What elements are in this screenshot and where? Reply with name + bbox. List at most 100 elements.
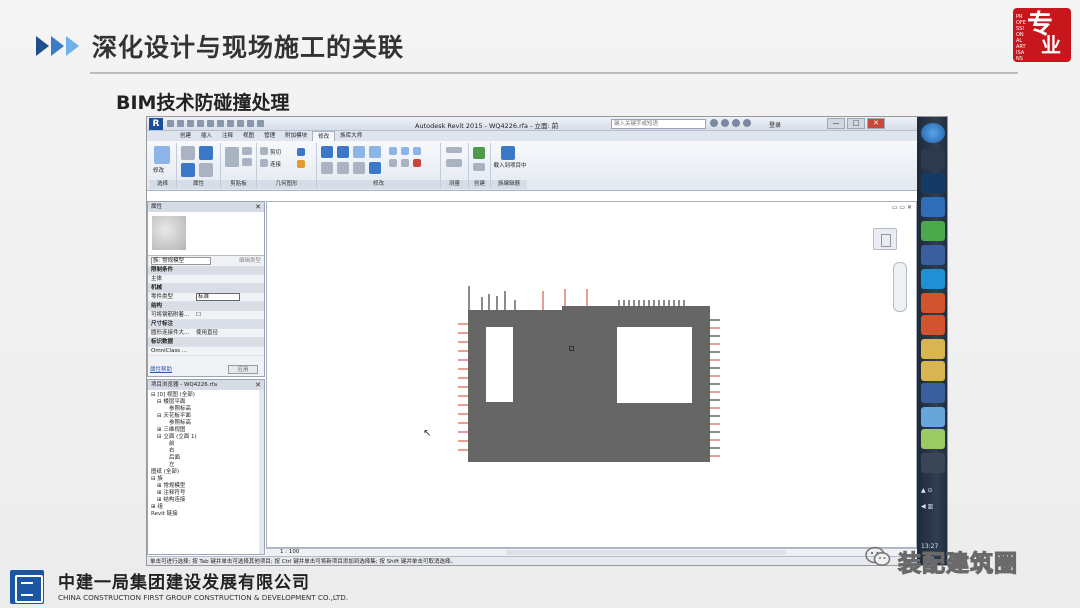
browser-icon[interactable] — [921, 269, 945, 289]
help-search-input[interactable]: 键入关键字或短语 — [611, 119, 706, 129]
chrome-icon[interactable] — [921, 221, 945, 241]
type-selector-dropdown[interactable]: 族: 常规模型 — [151, 257, 211, 265]
save-icon[interactable] — [177, 120, 184, 127]
ribbon-tab[interactable]: 族库大师 — [335, 131, 367, 141]
create-similar-icon[interactable] — [473, 163, 485, 171]
tree-item[interactable]: 后面 — [148, 455, 264, 462]
property-category[interactable]: 机械 — [148, 284, 264, 293]
drawing-area[interactable]: ▭ ▭ ✕ ↖ — [266, 201, 917, 548]
tree-item[interactable]: ⊞ 结构连接 — [148, 497, 264, 504]
ribbon-tab[interactable]: 注释 — [217, 131, 238, 141]
maximize-button[interactable]: □ — [847, 118, 865, 129]
close-icon[interactable]: ✕ — [255, 202, 261, 212]
pin-icon[interactable] — [389, 159, 397, 167]
measure-line-icon[interactable] — [446, 147, 462, 153]
tree-item[interactable]: 前 — [148, 441, 264, 448]
close-icon[interactable]: ✕ — [255, 380, 261, 390]
create-component-icon[interactable] — [473, 147, 485, 159]
undo-icon[interactable] — [187, 120, 194, 127]
autocad-icon[interactable] — [921, 245, 945, 265]
join-geometry-icon[interactable] — [260, 159, 268, 167]
tree-item[interactable]: 右 — [148, 448, 264, 455]
cut-clip-icon[interactable] — [242, 158, 252, 166]
move-icon[interactable] — [321, 162, 333, 174]
copy-icon[interactable] — [242, 147, 252, 155]
minimize-button[interactable]: — — [827, 118, 845, 129]
text-icon[interactable] — [227, 120, 234, 127]
property-category[interactable]: 限制条件 — [148, 266, 264, 275]
modify-cursor-icon[interactable] — [154, 146, 170, 164]
cut-geometry-icon[interactable] — [260, 147, 268, 155]
switch-windows-icon[interactable] — [257, 120, 264, 127]
copy-element-icon[interactable] — [337, 162, 349, 174]
array-icon[interactable] — [401, 147, 409, 155]
tree-item[interactable]: ⊞ 三维视图 — [148, 427, 264, 434]
type-properties-icon[interactable] — [199, 163, 213, 177]
tree-item[interactable]: 参照标高 — [148, 420, 264, 427]
tree-item[interactable]: ⊞ 注释符号 — [148, 490, 264, 497]
edit-type-button[interactable]: 编辑类型 — [239, 256, 261, 266]
binoculars-icon[interactable] — [710, 119, 718, 127]
close-button[interactable]: ✕ — [867, 118, 885, 129]
tree-item[interactable]: 参照标高 — [148, 406, 264, 413]
apply-button[interactable]: 应用 — [228, 365, 258, 374]
ribbon-tab[interactable]: 附加模块 — [280, 131, 312, 141]
tree-item[interactable]: Revit 链接 — [148, 511, 264, 518]
property-category[interactable]: 结构 — [148, 302, 264, 311]
powerpoint-icon-2[interactable] — [921, 315, 945, 335]
tree-item[interactable]: ⊟ 立面 (立面 1) — [148, 434, 264, 441]
tree-item[interactable]: ⊞ 组 — [148, 504, 264, 511]
rotate-icon[interactable] — [353, 162, 365, 174]
3d-view-icon[interactable] — [237, 120, 244, 127]
unpin-icon[interactable] — [401, 159, 409, 167]
properties-icon[interactable] — [199, 146, 213, 160]
tree-item[interactable]: 图纸 (全部) — [148, 469, 264, 476]
start-button-icon[interactable] — [921, 123, 945, 143]
app-icon[interactable] — [921, 453, 945, 473]
split-icon[interactable] — [389, 147, 397, 155]
offset-icon[interactable] — [337, 146, 349, 158]
notes-icon[interactable] — [921, 429, 945, 449]
properties-help-link[interactable]: 属性帮助 — [150, 365, 172, 373]
ribbon-tab[interactable]: 插入 — [196, 131, 217, 141]
property-category[interactable]: 尺寸标注 — [148, 320, 264, 329]
ribbon-tab[interactable]: 创建 — [175, 131, 196, 141]
browser-scrollbar[interactable] — [259, 390, 264, 554]
family-category-icon[interactable] — [181, 163, 195, 177]
sogou-icon[interactable] — [921, 197, 945, 217]
window-icon[interactable] — [921, 407, 945, 427]
property-category[interactable]: 标识数据 — [148, 338, 264, 347]
property-value[interactable]: 使用直径 — [196, 329, 218, 337]
ribbon-tab[interactable]: 视图 — [238, 131, 259, 141]
family-types-icon[interactable] — [181, 146, 195, 160]
mirror-draw-icon[interactable] — [369, 146, 381, 158]
ribbon-tab[interactable]: 管理 — [259, 131, 280, 141]
folder-icon-2[interactable] — [921, 361, 945, 381]
dimension-icon[interactable] — [446, 159, 462, 167]
revit-taskbar-icon[interactable] — [921, 383, 945, 403]
mirror-axis-icon[interactable] — [353, 146, 365, 158]
ribbon-tab[interactable]: 修改 — [312, 131, 336, 141]
tree-item[interactable]: ⊟ 楼层平面 — [148, 399, 264, 406]
tree-item[interactable]: ⊞ 常规模型 — [148, 483, 264, 490]
redo-icon[interactable] — [197, 120, 204, 127]
scale-icon[interactable] — [413, 147, 421, 155]
revit-app-button[interactable]: R — [149, 118, 163, 130]
open-icon[interactable] — [167, 120, 174, 127]
horizontal-scrollbar[interactable] — [506, 550, 786, 555]
align-icon[interactable] — [321, 146, 333, 158]
login-button[interactable]: 登录 — [769, 120, 781, 129]
split-face-icon[interactable] — [297, 148, 305, 156]
photoshop-icon[interactable] — [921, 173, 945, 193]
tree-item[interactable]: ⊟ 天花板平面 — [148, 413, 264, 420]
section-icon[interactable] — [247, 120, 254, 127]
trim-icon[interactable] — [369, 162, 381, 174]
paint-icon[interactable] — [297, 160, 305, 168]
measure-icon[interactable] — [217, 120, 224, 127]
volume-icon[interactable]: ◀ ▥ — [921, 503, 933, 510]
favorites-icon[interactable] — [743, 119, 751, 127]
view-scale[interactable]: 1 : 100 — [280, 549, 299, 556]
qq-icon[interactable] — [921, 149, 945, 169]
print-icon[interactable] — [207, 120, 214, 127]
property-value[interactable]: 标准 — [196, 293, 240, 301]
